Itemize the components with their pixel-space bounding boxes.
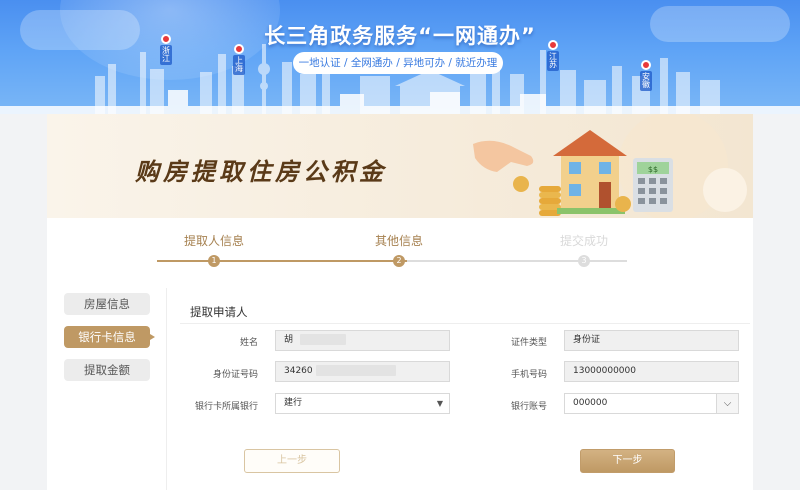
phone-label: 手机号码 [510, 370, 547, 380]
step-1-label: 提取人信息 [183, 234, 245, 248]
main-card: 购房提取住房公积金 $$ 提取人信息 1 其他信息 2 提交成功 3 房屋信息 … [47, 114, 753, 490]
calculator-display: $$ [648, 165, 658, 174]
bank-select[interactable]: 建行 ▼ [275, 393, 450, 414]
next-step-button[interactable]: 下一步 [580, 449, 675, 473]
location-pin-icon [641, 60, 651, 70]
name-field[interactable]: 胡 [275, 330, 450, 351]
step-3-label: 提交成功 [559, 234, 609, 248]
privacy-mask [315, 365, 396, 376]
form-sidebar: 房屋信息 银行卡信息 提取金额 [47, 288, 167, 490]
step-2-label: 其他信息 [374, 234, 424, 248]
page-title: 购房提取住房公积金 [135, 157, 387, 186]
bank-value: 建行 [284, 398, 303, 408]
id-number-label: 身份证号码 [212, 370, 258, 380]
phone-field[interactable]: 13000000000 [564, 361, 739, 382]
banner-subtitle: 一地认证 / 全网通办 / 异地可办 / 就近办理 [293, 52, 503, 74]
account-label: 银行账号 [510, 402, 547, 412]
phone-value: 13000000000 [573, 366, 636, 376]
name-label: 姓名 [239, 338, 258, 348]
id-number-value: 34260 [284, 366, 313, 376]
step-line-done [157, 260, 407, 262]
top-banner: 浙江 上海 江苏 安徽 长三角政务服务“一网通办” 一地认证 / 全网通办 / … [0, 0, 800, 114]
step-2-dot: 2 [393, 255, 405, 267]
sidebar-item-house-info[interactable]: 房屋信息 [64, 293, 150, 315]
section-divider [180, 323, 750, 324]
region-tag-anhui: 安徽 [640, 60, 652, 91]
bank-label: 银行卡所属银行 [194, 402, 258, 412]
sidebar-item-bank-card-info[interactable]: 银行卡信息 [64, 326, 155, 348]
account-value: 000000 [573, 398, 608, 408]
caret-down-icon: ▼ [436, 399, 443, 408]
chevron-down-icon[interactable]: ⌵ [716, 394, 738, 413]
step-1-dot: 1 [208, 255, 220, 267]
step-line-todo [407, 260, 627, 262]
prev-step-button[interactable]: 上一步 [244, 449, 340, 473]
name-value: 胡 [284, 335, 294, 345]
id-type-value: 身份证 [573, 335, 601, 345]
account-select[interactable]: 000000 ⌵ [564, 393, 739, 414]
privacy-mask [299, 334, 346, 345]
sidebar-item-withdraw-amount[interactable]: 提取金额 [64, 359, 150, 381]
banner-title: 长三角政务服务“一网通办” [264, 24, 536, 48]
id-type-label: 证件类型 [510, 338, 547, 348]
step-3-dot: 3 [578, 255, 590, 267]
hero-banner: 购房提取住房公积金 $$ [47, 114, 753, 218]
id-number-field[interactable]: 34260 [275, 361, 450, 382]
progress-steps: 提取人信息 1 其他信息 2 提交成功 3 [157, 228, 637, 268]
id-type-field[interactable]: 身份证 [564, 330, 739, 351]
section-title: 提取申请人 [190, 305, 248, 319]
house-and-coins-illustration: $$ [473, 114, 747, 218]
